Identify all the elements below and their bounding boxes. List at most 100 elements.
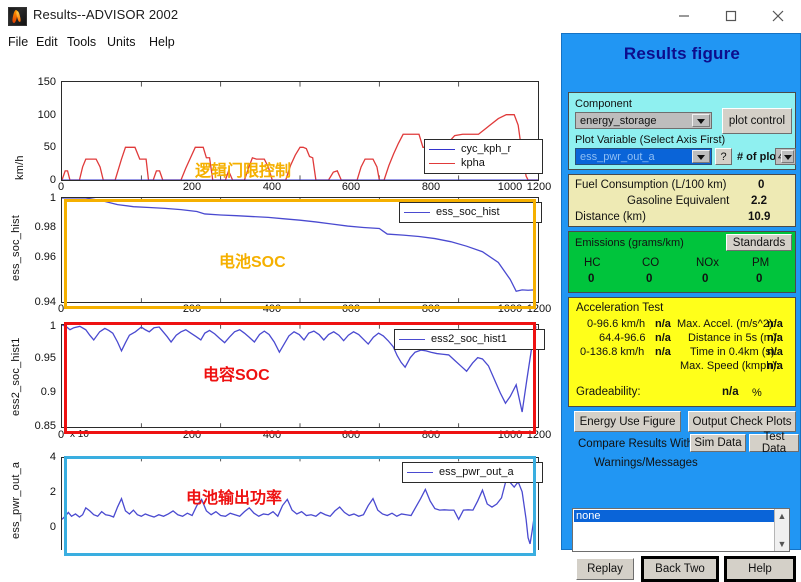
plot-variable-select[interactable]: ess_pwr_out_a xyxy=(575,148,712,165)
plot2-xtick-400: 400 xyxy=(262,303,282,315)
maximize-icon xyxy=(725,10,737,21)
fuel-consumption-value: 0 xyxy=(758,179,765,191)
minimize-button[interactable] xyxy=(661,0,707,31)
plot1-legend-item-0: cyc_kph_r xyxy=(429,142,537,156)
energy-use-figure-button[interactable]: Energy Use Figure xyxy=(574,411,681,432)
compare-results-label: Compare Results With: xyxy=(578,438,697,450)
scroll-up-icon[interactable]: ▲ xyxy=(775,510,789,522)
accel-right-value-2: n/a xyxy=(767,346,783,358)
close-button[interactable] xyxy=(755,0,801,31)
emission-col-pm: PM xyxy=(752,257,770,269)
accel-right-label-3: Max. Speed (kmph): xyxy=(680,360,780,372)
close-icon xyxy=(772,10,784,21)
menu-item-tools[interactable]: Tools xyxy=(63,34,100,50)
plot-variable-label: Plot Variable (Select Axis First) xyxy=(575,134,726,146)
plot-variable-select-value: ess_pwr_out_a xyxy=(580,151,655,163)
panel-title: Results figure xyxy=(623,44,741,63)
plot2-legend[interactable]: ess_soc_hist xyxy=(399,202,542,223)
emission-value-pm: 0 xyxy=(756,273,763,285)
title-bar: Results--ADVISOR 2002 xyxy=(0,0,801,32)
plot4-ylabel: ess_pwr_out_a xyxy=(10,461,22,539)
menu-item-units[interactable]: Units xyxy=(103,34,139,50)
acceleration-title: Acceleration Test xyxy=(576,302,664,314)
app-window: Results--ADVISOR 2002 File Edit Tools Un… xyxy=(0,0,801,582)
warnings-listbox[interactable]: none ▲ ▼ xyxy=(572,508,790,552)
plot3-ytick-1: 1 xyxy=(49,320,56,332)
test-data-button[interactable]: Test Data xyxy=(749,431,799,455)
sim-data-button[interactable]: Sim Data xyxy=(690,434,746,452)
legend-line-icon xyxy=(399,338,425,340)
component-label: Component xyxy=(575,98,632,110)
component-select-value: energy_storage xyxy=(580,115,657,127)
accel-left-value-0: n/a xyxy=(655,318,671,330)
plot3-ylabel: ess2_soc_hist1 xyxy=(10,337,22,417)
plot4-series xyxy=(62,479,536,543)
plot4-legend[interactable]: ess_pwr_out_a xyxy=(402,462,543,483)
distance-label: Distance (km) xyxy=(575,211,646,223)
plot-ess-pwr-out-a[interactable]: ess_pwr_out_a 4 2 0 ess_pwr_out_a 电池输出功率 xyxy=(0,448,560,550)
plot3-xtick-1000: 1000 xyxy=(497,429,523,441)
standards-button[interactable]: Standards xyxy=(726,234,792,251)
plot2-ytick-0.96: 0.96 xyxy=(34,251,56,263)
chevron-down-icon[interactable] xyxy=(692,114,710,127)
warnings-list-item[interactable]: none xyxy=(574,510,774,522)
plot3-annotation: 电容SOC xyxy=(203,367,270,384)
accel-left-label-0: 0-96.6 km/h xyxy=(587,318,646,330)
emission-col-hc: HC xyxy=(584,257,601,269)
plot2-annotation: 电池SOC xyxy=(219,254,286,271)
fuel-consumption-label: Fuel Consumption (L/100 km) xyxy=(575,179,727,191)
plot4-ytick-0: 0 xyxy=(49,521,56,533)
plot3-xtick-800: 800 xyxy=(421,429,441,441)
accel-left-value-2: n/a xyxy=(655,346,671,358)
plot4-annotation: 电池输出功率 xyxy=(186,490,283,507)
gasoline-equivalent-label: Gasoline Equivalent xyxy=(627,195,730,207)
replay-button[interactable]: Replay xyxy=(576,558,634,580)
accel-left-label-2: 0-136.8 km/h xyxy=(580,346,645,358)
warnings-scrollbar[interactable]: ▲ ▼ xyxy=(774,509,789,551)
plot3-ytick-0.95: 0.95 xyxy=(34,352,56,364)
plot-control-button[interactable]: plot control xyxy=(722,108,792,134)
plot-ess-soc-hist[interactable]: ess_soc_hist 1 0.98 0.96 0.94 ess_soc_hi… xyxy=(0,190,560,315)
plot-variable-help-button[interactable]: ? xyxy=(715,148,732,165)
accel-right-label-2: Time in 0.4km (s): xyxy=(690,346,778,358)
maximize-button[interactable] xyxy=(708,0,754,31)
plot4-legend-item-0: ess_pwr_out_a xyxy=(407,465,537,479)
scroll-down-icon[interactable]: ▼ xyxy=(775,538,789,550)
plot-ess2-soc-hist1[interactable]: ess2_soc_hist1 1 0.95 0.9 0.85 ess2_soc_… xyxy=(0,319,560,441)
plot1-legend[interactable]: cyc_kph_r kpha xyxy=(424,139,543,174)
plot3-xtick-200: 200 xyxy=(182,429,202,441)
accel-right-label-1: Distance in 5s (m): xyxy=(688,332,780,344)
plot3-legend[interactable]: ess2_soc_hist1 xyxy=(394,329,545,350)
window-title: Results--ADVISOR 2002 xyxy=(33,7,179,22)
menu-item-edit[interactable]: Edit xyxy=(32,34,62,50)
back-two-button[interactable]: Back Two xyxy=(641,556,719,582)
num-plots-select[interactable]: 4 xyxy=(775,148,796,165)
accel-left-value-1: n/a xyxy=(655,332,671,344)
accel-left-label-1: 64.4-96.6 xyxy=(599,332,646,344)
emission-value-nox: 0 xyxy=(702,273,709,285)
menu-item-file[interactable]: File xyxy=(4,34,32,50)
menu-item-help[interactable]: Help xyxy=(145,34,179,50)
component-select[interactable]: energy_storage xyxy=(575,112,712,129)
plot2-legend-item-0: ess_soc_hist xyxy=(404,205,536,219)
accel-right-value-0: n/a xyxy=(767,318,783,330)
plot2-ytick-0.98: 0.98 xyxy=(34,221,56,233)
results-figure-panel: Results figure Component energy_storage … xyxy=(561,33,801,582)
plot1-legend-label-1: kpha xyxy=(461,157,485,169)
accel-right-value-1: n/a xyxy=(767,332,783,344)
accel-right-value-3: n/a xyxy=(767,360,783,372)
output-check-plots-button[interactable]: Output Check Plots xyxy=(688,411,796,432)
legend-line-icon xyxy=(404,211,430,213)
plot-cycle-speed[interactable]: km/h 150 100 50 0 cyc_kph_r kpha 逻辑门限控制 … xyxy=(0,53,560,193)
plot1-legend-label-0: cyc_kph_r xyxy=(461,143,512,155)
chevron-down-icon[interactable] xyxy=(781,150,794,163)
plot3-xtick-0: 0 xyxy=(57,429,65,441)
gasoline-equivalent-value: 2.2 xyxy=(751,195,767,207)
help-button[interactable]: Help xyxy=(724,556,796,582)
plots-container: km/h 150 100 50 0 cyc_kph_r kpha 逻辑门限控制 … xyxy=(0,53,560,556)
plot2-ylabel: ess_soc_hist xyxy=(10,215,22,282)
legend-line-icon xyxy=(429,148,455,150)
chevron-down-icon[interactable] xyxy=(692,150,710,163)
plot2-xtick-600: 600 xyxy=(341,303,361,315)
plot3-legend-item-0: ess2_soc_hist1 xyxy=(399,332,539,346)
